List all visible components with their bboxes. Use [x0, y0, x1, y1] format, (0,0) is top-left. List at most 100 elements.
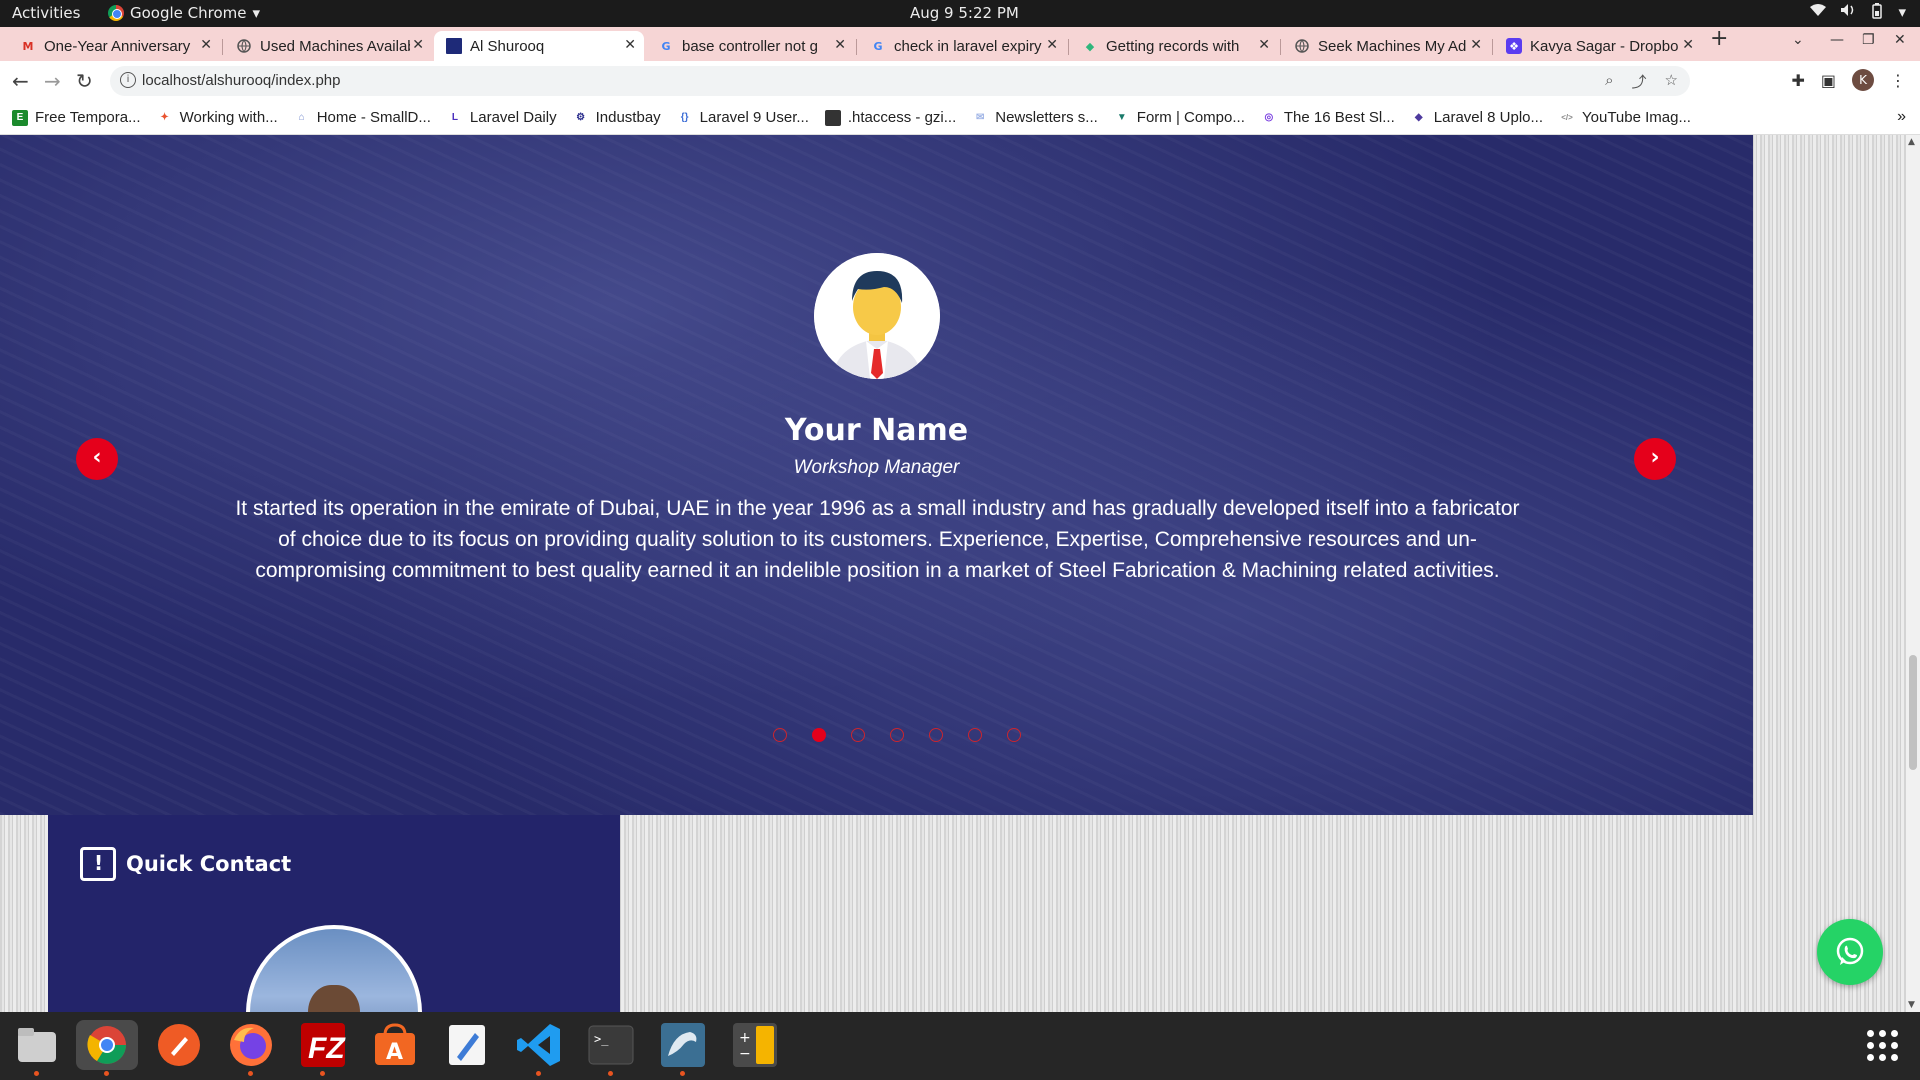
site-icon — [446, 38, 462, 54]
minimize-icon[interactable]: — — [1830, 32, 1844, 48]
bookmarks-overflow-icon[interactable]: » — [1897, 108, 1906, 126]
bookmark-item[interactable]: ◎ The 16 Best Sl... — [1261, 109, 1395, 126]
testimonial-quote: It started its operation in the emirate … — [235, 497, 1520, 582]
slide-dot[interactable] — [890, 728, 904, 742]
slide-dot-active[interactable] — [812, 728, 826, 742]
tab-5[interactable]: ◆ Getting records with ✕ — [1070, 31, 1278, 61]
whatsapp-icon — [1836, 937, 1864, 965]
calculator-icon[interactable]: + − — [730, 1020, 780, 1070]
page-scrollbar[interactable]: ▲ ▼ — [1906, 135, 1920, 1012]
globe-icon — [236, 38, 252, 54]
zoom-icon[interactable]: ⌕ — [1605, 71, 1613, 92]
restore-icon[interactable]: ❐ — [1862, 32, 1875, 48]
close-icon[interactable]: ✕ — [200, 37, 212, 53]
svg-text:−: − — [739, 1046, 751, 1062]
share-icon[interactable]: ⤴ — [1632, 71, 1647, 92]
reload-icon[interactable]: ↻ — [76, 69, 93, 93]
close-icon[interactable]: ✕ — [1258, 37, 1270, 53]
bookmark-item[interactable]: {} Laravel 9 User... — [677, 109, 809, 126]
bookmark-item[interactable]: ✦ Working with... — [157, 109, 277, 126]
mysql-workbench-icon[interactable] — [658, 1020, 708, 1076]
tab-4[interactable]: G check in laravel expiry ✕ — [858, 31, 1066, 61]
bookmark-item[interactable]: .htaccess - gzi... — [824, 109, 956, 126]
google-icon: G — [873, 39, 883, 53]
bookmark-favicon-icon: </> — [1561, 113, 1573, 122]
tab-title: base controller not g — [682, 37, 818, 55]
files-icon[interactable] — [12, 1020, 62, 1076]
system-tray[interactable]: ▾ — [1810, 3, 1906, 23]
slide-dot[interactable] — [1007, 728, 1021, 742]
bookmark-star-icon[interactable]: ☆ — [1665, 71, 1678, 92]
site-info-icon[interactable]: i — [120, 72, 136, 88]
bookmark-favicon-icon: ✉ — [976, 112, 985, 123]
bookmark-item[interactable]: </> YouTube Imag... — [1559, 109, 1691, 126]
tab-title: check in laravel expiry — [894, 37, 1042, 55]
clock[interactable]: Aug 9 5:22 PM — [910, 4, 1019, 22]
bookmark-item[interactable]: ⌂ Home - SmallD... — [294, 109, 431, 126]
slide-dot[interactable] — [851, 728, 865, 742]
software-center-icon[interactable]: A — [370, 1020, 420, 1070]
bookmark-favicon-icon: ⚙ — [576, 112, 586, 123]
chrome-icon[interactable] — [76, 1020, 138, 1076]
back-icon[interactable]: ← — [12, 69, 29, 93]
close-icon[interactable]: ✕ — [624, 37, 636, 53]
filezilla-icon[interactable]: FZ — [298, 1020, 348, 1076]
bookmark-item[interactable]: ◆ Laravel 8 Uplo... — [1411, 109, 1543, 126]
bookmark-item[interactable]: ▼ Form | Compo... — [1114, 109, 1245, 126]
tab-search-icon[interactable]: ⌄ — [1792, 32, 1804, 48]
app-name: Google Chrome — [130, 4, 247, 22]
close-icon[interactable]: ✕ — [1046, 37, 1058, 53]
tab-3[interactable]: G base controller not g ✕ — [646, 31, 854, 61]
svg-text:>_: >_ — [594, 1032, 609, 1046]
firefox-icon[interactable] — [226, 1020, 276, 1076]
menu-icon[interactable]: ⋮ — [1890, 71, 1906, 90]
close-icon[interactable]: ✕ — [834, 37, 846, 53]
terminal-icon[interactable]: >_ — [586, 1020, 636, 1076]
bookmark-favicon-icon: ▼ — [1116, 112, 1127, 123]
close-icon[interactable]: ✕ — [412, 37, 424, 53]
testimonial-name: Your Name — [784, 413, 969, 448]
tab-7[interactable]: ❖ Kavya Sagar - Dropbo ✕ — [1494, 31, 1702, 61]
new-tab-button[interactable]: + — [1710, 26, 1728, 51]
tab-title: Seek Machines My Ad — [1318, 37, 1467, 55]
slide-dot[interactable] — [968, 728, 982, 742]
close-icon[interactable]: ✕ — [1470, 37, 1482, 53]
bookmark-item[interactable]: L Laravel Daily — [447, 109, 557, 126]
url-text[interactable]: localhost/alshurooq/index.php — [142, 72, 340, 89]
prev-slide-button[interactable]: ‹ — [76, 438, 118, 480]
bookmark-item[interactable]: E Free Tempora... — [12, 109, 141, 126]
bookmark-item[interactable]: ✉ Newsletters s... — [972, 109, 1098, 126]
scrollbar-thumb[interactable] — [1909, 655, 1917, 770]
vscode-icon[interactable] — [514, 1020, 564, 1076]
app-menu[interactable]: Google Chrome ▾ — [108, 4, 260, 22]
slide-dot[interactable] — [929, 728, 943, 742]
slide-dot[interactable] — [773, 728, 787, 742]
bookmark-favicon-icon: ⌂ — [298, 112, 305, 123]
tab-1[interactable]: Used Machines Available ✕ — [224, 31, 432, 61]
bookmark-favicon-icon: E — [12, 109, 28, 126]
extensions-icon[interactable]: ✚ — [1791, 71, 1804, 90]
scroll-up-icon[interactable]: ▲ — [1908, 137, 1915, 147]
quick-contact-panel: Quick Contact — [48, 815, 620, 1012]
tab-title: Kavya Sagar - Dropbo — [1530, 37, 1679, 55]
window-close-icon[interactable]: ✕ — [1894, 32, 1906, 48]
next-slide-button[interactable]: › — [1634, 438, 1676, 480]
tab-0[interactable]: M One-Year Anniversary ✕ — [8, 31, 220, 61]
text-editor-icon[interactable] — [442, 1020, 492, 1070]
close-icon[interactable]: ✕ — [1682, 37, 1694, 53]
side-panel-icon[interactable]: ▣ — [1821, 71, 1836, 90]
dropbox-icon: ❖ — [1506, 38, 1522, 54]
tab-2-active[interactable]: Al Shurooq ✕ — [434, 31, 644, 61]
profile-avatar[interactable]: K — [1852, 69, 1874, 91]
forward-icon[interactable]: → — [44, 69, 61, 93]
tab-6[interactable]: Seek Machines My Ad ✕ — [1282, 31, 1490, 61]
scroll-down-icon[interactable]: ▼ — [1908, 1000, 1915, 1010]
postman-icon[interactable] — [154, 1020, 204, 1070]
globe-icon — [1294, 38, 1310, 54]
bookmark-item[interactable]: ⚙ Industbay — [573, 109, 661, 126]
whatsapp-chat-button[interactable] — [1817, 919, 1883, 985]
svg-text:+: + — [739, 1030, 751, 1046]
activities-button[interactable]: Activities — [12, 4, 80, 22]
address-bar[interactable]: i localhost/alshurooq/index.php ⌕ ⤴ ☆ — [110, 66, 1690, 96]
show-applications-icon[interactable] — [1867, 1030, 1898, 1061]
